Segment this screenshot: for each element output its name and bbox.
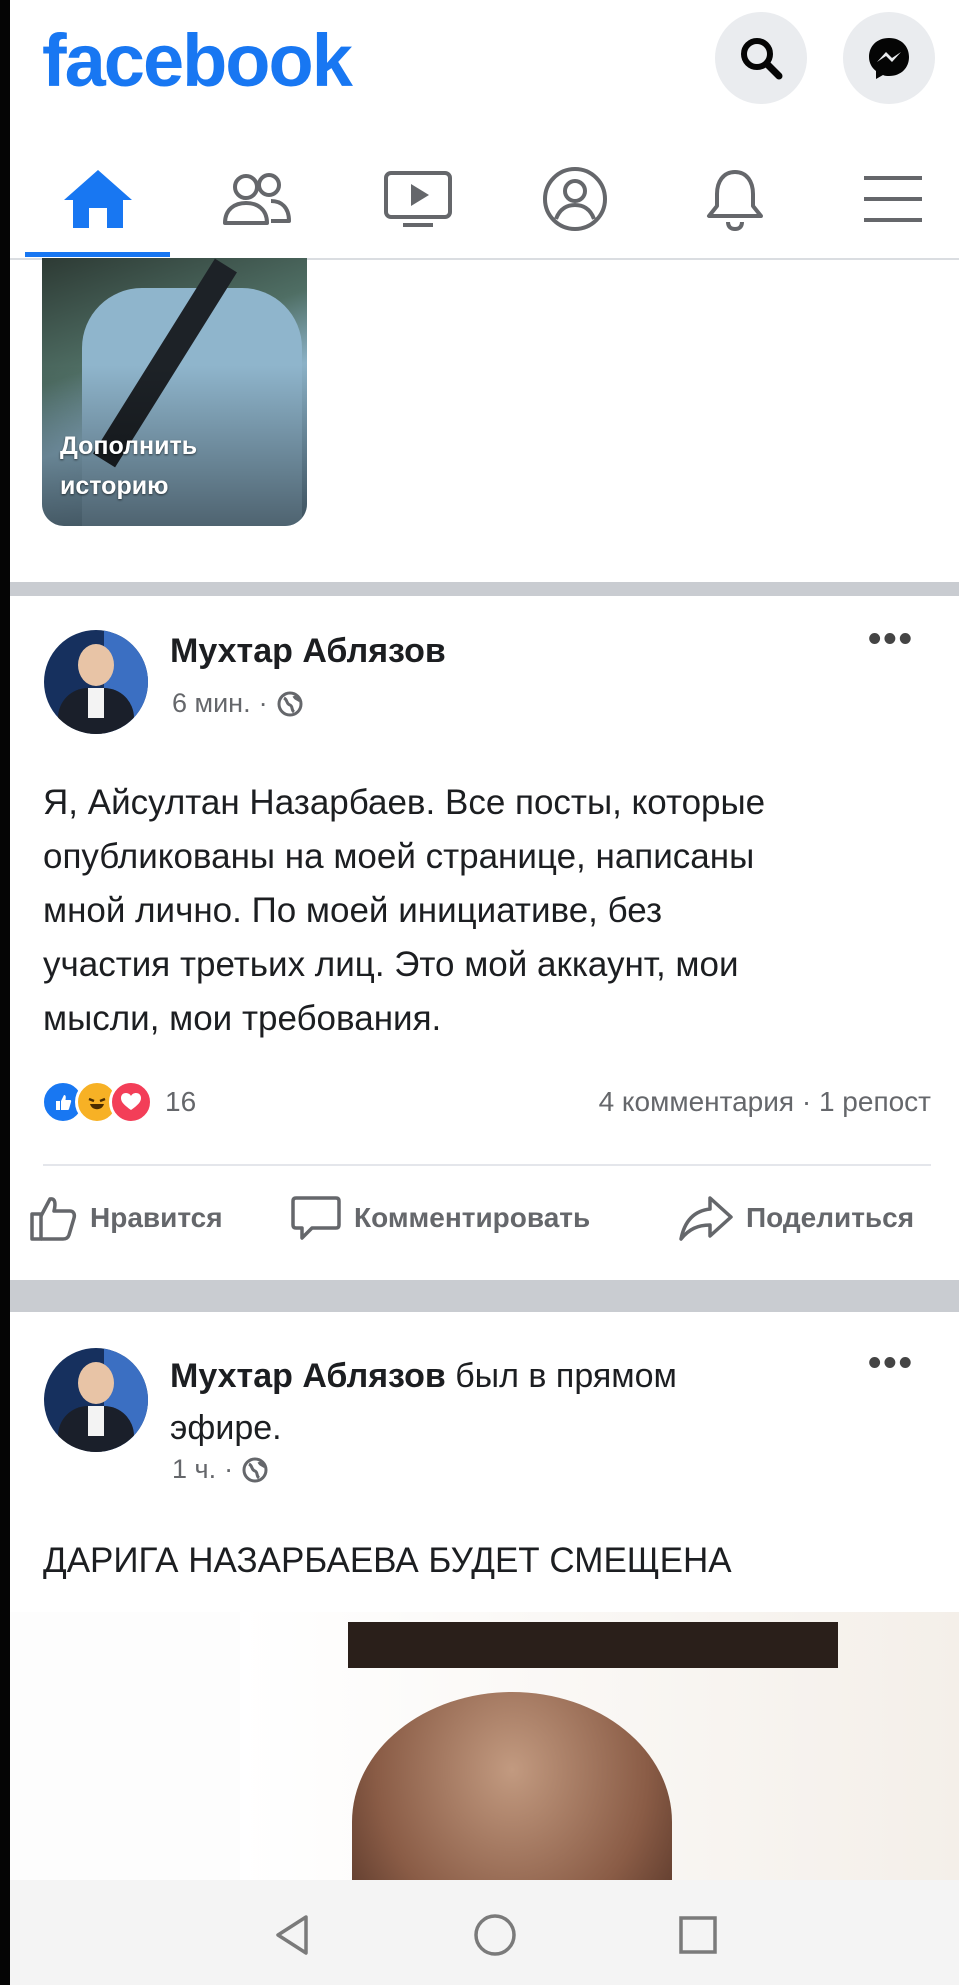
hamburger-menu-icon (864, 176, 922, 222)
meta-dot: · (224, 1454, 234, 1484)
app-header: facebook (10, 0, 959, 260)
post-action-text-line2: эфире. (170, 1409, 282, 1447)
feed-divider (10, 1280, 959, 1312)
friends-icon (223, 173, 291, 225)
post-header-text: Мухтар Аблязов был в прямом эфире. (170, 1350, 810, 1454)
love-reaction-icon (109, 1080, 153, 1124)
post-author[interactable]: Мухтар Аблязов (170, 632, 446, 671)
globe-icon (277, 691, 303, 716)
tab-notifications[interactable] (660, 140, 810, 258)
active-tab-indicator (25, 252, 170, 257)
tab-menu[interactable] (818, 140, 959, 258)
search-button[interactable] (715, 12, 807, 104)
reactions-summary[interactable]: 16 (41, 1080, 196, 1124)
share-label: Поделиться (746, 1202, 915, 1233)
system-navigation-bar (10, 1880, 959, 1985)
profile-icon (543, 167, 607, 231)
story-label: Дополнить историю (60, 426, 197, 506)
home-circle-icon (474, 1914, 516, 1956)
recents-square-icon (679, 1916, 717, 1954)
bell-icon (707, 170, 763, 232)
post-text-line: мысли, мои требования. (43, 999, 442, 1038)
avatar[interactable] (44, 630, 148, 734)
thumbs-up-icon (30, 1197, 77, 1241)
avatar[interactable] (44, 1348, 148, 1452)
post-text: Я, Айсултан Назарбаев. Все посты, которы… (43, 776, 943, 1046)
recents-button[interactable] (663, 1900, 733, 1970)
video-title-bar (348, 1622, 838, 1668)
post-author[interactable]: Мухтар Аблязов (170, 1357, 446, 1395)
tab-home[interactable] (23, 140, 173, 258)
post-options-button[interactable]: ••• (868, 618, 914, 661)
video-icon (384, 171, 452, 227)
share-arrow-icon (679, 1196, 733, 1241)
post-time[interactable]: 6 мин. (172, 688, 251, 719)
post-text-line: участия третьих лиц. Это мой аккаунт, мо… (43, 945, 739, 984)
tab-friends[interactable] (182, 140, 332, 258)
meta-dot: · (258, 688, 268, 718)
home-button[interactable] (460, 1900, 530, 1970)
like-label: Нравится (90, 1202, 223, 1233)
post-text-line: опубликованы на моей странице, написаны (43, 837, 755, 876)
reaction-count: 16 (165, 1086, 197, 1117)
story-label-line2: историю (60, 472, 169, 500)
globe-icon (242, 1457, 268, 1482)
post-meta: 1 ч. · (172, 1454, 269, 1485)
feed-post: Мухтар Аблязов 6 мин. · ••• Я, Айсултан … (10, 596, 959, 1280)
feed-post: Мухтар Аблязов был в прямом эфире. 1 ч. … (10, 1312, 959, 1880)
post-actions-divider (43, 1164, 931, 1166)
post-headline: ДАРИГА НАЗАРБАЕВА БУДЕТ СМЕЩЕНА (43, 1541, 732, 1580)
story-label-line1: Дополнить (60, 432, 198, 460)
search-icon (741, 38, 783, 80)
messenger-icon (869, 38, 909, 79)
post-options-button[interactable]: ••• (868, 1342, 914, 1385)
tab-profile[interactable] (500, 140, 650, 258)
post-time[interactable]: 1 ч. (172, 1454, 216, 1485)
post-action-text: был в прямом (445, 1357, 677, 1395)
comment-button[interactable]: Комментировать (290, 1194, 590, 1242)
comments-shares-count[interactable]: 4 комментария · 1 репост (599, 1086, 931, 1118)
home-icon (64, 170, 132, 228)
tab-watch[interactable] (343, 140, 493, 258)
comment-label: Комментировать (354, 1202, 591, 1233)
add-to-story-card[interactable]: Дополнить историю (42, 258, 307, 526)
live-video-thumbnail[interactable] (10, 1612, 959, 1880)
post-text-line: мной лично. По моей инициативе, без (43, 891, 663, 930)
screen-edge (0, 0, 10, 1985)
post-text-line: Я, Айсултан Назарбаев. Все посты, которы… (43, 783, 766, 822)
back-triangle-icon (276, 1915, 308, 1955)
tab-bar (10, 140, 959, 258)
messenger-button[interactable] (843, 12, 935, 104)
back-button[interactable] (257, 1900, 327, 1970)
like-button[interactable]: Нравится (28, 1194, 223, 1242)
facebook-logo[interactable]: facebook (42, 18, 353, 103)
share-button[interactable]: Поделиться (678, 1194, 914, 1242)
comment-icon (291, 1196, 341, 1240)
feed-divider (10, 582, 959, 596)
post-meta: 6 мин. · (172, 688, 304, 719)
